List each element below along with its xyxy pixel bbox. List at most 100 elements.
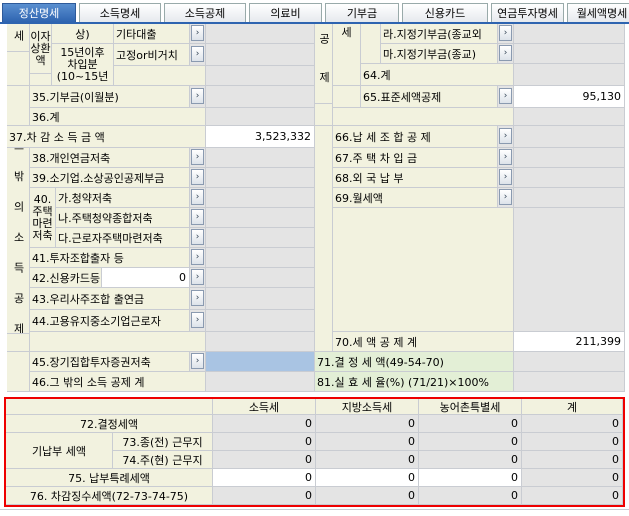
r81-label: 81.실 효 세 율(%) (71/21)×100%: [315, 372, 514, 392]
goj-value: [206, 44, 315, 66]
blank: [333, 86, 361, 108]
main-panel: 세 이자 상환 액 상) 기타대출 › 15년이후 차입분 (10~15년 고정or비거…: [0, 22, 629, 394]
arrow-cell: ›: [190, 268, 206, 288]
tab-bar: 정산명세 소득명세 소득공제 의료비 기부금 신용카드 연금투자명세 월세액명세: [0, 0, 629, 22]
blank: [206, 332, 315, 352]
tab-income-deduction[interactable]: 소득공제: [164, 3, 246, 22]
r74-rural-tax: 0: [419, 451, 522, 469]
side-label-tax2: 세: [333, 24, 361, 86]
r64-label: 64.계: [361, 64, 514, 86]
r69-arrow-icon[interactable]: ›: [499, 189, 512, 205]
gita-arrow-icon[interactable]: ›: [191, 25, 204, 41]
r40-l3: 마련: [32, 216, 53, 230]
r76-total: 0: [522, 487, 623, 505]
r67-value: [514, 148, 625, 168]
r75-rural-tax[interactable]: 0: [419, 469, 522, 487]
r40b-arrow-icon[interactable]: ›: [191, 209, 204, 225]
tab-rent[interactable]: 월세액명세: [567, 3, 629, 22]
r72-income-tax: 0: [213, 415, 316, 433]
r65-arrow-icon[interactable]: ›: [499, 88, 512, 104]
arrow-cell: ›: [190, 208, 206, 228]
r15-l1: 15년이후: [60, 45, 105, 59]
r68-arrow-icon[interactable]: ›: [499, 169, 512, 185]
r66-value: [514, 126, 625, 148]
r42-arrow-icon[interactable]: ›: [191, 269, 204, 285]
r72-label: 72.결정세액: [6, 415, 213, 433]
r40b-value: [206, 208, 315, 228]
blank: [206, 66, 315, 86]
tab-donation[interactable]: 기부금: [325, 3, 399, 22]
arrow-cell: ›: [190, 228, 206, 248]
arrow-cell: ›: [498, 148, 514, 168]
r41-value: [206, 248, 315, 268]
summary-header-blank: [6, 399, 213, 415]
interest-l3: 액: [35, 53, 46, 67]
r40c-label: 다.근로자주택마련저축: [56, 228, 190, 248]
tab-settlement[interactable]: 정산명세: [2, 3, 76, 22]
arrow-cell: ›: [498, 86, 514, 108]
r45-value[interactable]: [206, 352, 315, 372]
r41-arrow-icon[interactable]: ›: [191, 249, 204, 265]
interest-l2: 상환: [30, 41, 51, 55]
r67-arrow-icon[interactable]: ›: [499, 149, 512, 165]
side-blank: [7, 52, 30, 86]
blank: [333, 208, 514, 332]
tab-medical[interactable]: 의료비: [249, 3, 322, 22]
r38-label: 38.개인연금저축: [30, 148, 190, 168]
tab-pension[interactable]: 연금투자명세: [491, 3, 564, 22]
summary-table: 소득세 지방소득세 농어촌특별세 계 72.결정세액 기납부 세액 73.종(전…: [4, 397, 625, 507]
gi-label: 기납부 세액: [6, 433, 113, 469]
r46-label: 46.그 밖의 소득 공제 계: [30, 372, 206, 392]
r40a-arrow-icon[interactable]: ›: [191, 189, 204, 205]
r66-arrow-icon[interactable]: ›: [499, 128, 512, 144]
header-local-tax: 지방소득세: [316, 399, 419, 415]
r40a-value: [206, 188, 315, 208]
arrow-cell: ›: [498, 126, 514, 148]
blank: [315, 126, 333, 352]
r75-local-tax[interactable]: 0: [316, 469, 419, 487]
header-total: 계: [522, 399, 623, 415]
r70-value: 211,399: [514, 332, 625, 352]
arrow-cell: ›: [498, 24, 514, 44]
arrow-cell: ›: [190, 24, 206, 44]
r73-rural-tax: 0: [419, 433, 522, 451]
r39-value: [206, 168, 315, 188]
rb-arrow-icon[interactable]: ›: [499, 45, 512, 61]
footer-strip: [0, 509, 629, 516]
r40c-arrow-icon[interactable]: ›: [191, 229, 204, 245]
r75-income-tax[interactable]: 0: [213, 469, 316, 487]
interest-l1: 이자: [30, 29, 51, 43]
r66-label: 66.납 세 조 합 공 제: [333, 126, 498, 148]
r68-value: [514, 168, 625, 188]
r39-arrow-icon[interactable]: ›: [191, 169, 204, 185]
r43-value: [206, 288, 315, 310]
tab-income[interactable]: 소득명세: [79, 3, 161, 22]
r69-label: 69.월세액: [333, 188, 498, 208]
r38-arrow-icon[interactable]: ›: [191, 149, 204, 165]
r73-label: 73.종(전) 근무지: [113, 433, 213, 451]
ra-arrow-icon[interactable]: ›: [499, 25, 512, 41]
r75-label: 75. 납부특례세액: [6, 469, 213, 487]
r43-arrow-icon[interactable]: ›: [191, 290, 204, 306]
rb-value: [514, 44, 625, 64]
r67-label: 67.주 택 차 입 금: [333, 148, 498, 168]
tab-credit-card[interactable]: 신용카드: [402, 3, 488, 22]
ra-value: [514, 24, 625, 44]
r43-label: 43.우리사주조합 출연금: [30, 288, 190, 310]
r72-total: 0: [522, 415, 623, 433]
r71-value: [514, 352, 625, 372]
r69-value: [514, 188, 625, 208]
r65-value: 95,130: [514, 86, 625, 108]
r76-label: 76. 차감징수세액(72-73-74-75): [6, 487, 213, 505]
r40b-label: 나.주택청약종합저축: [56, 208, 190, 228]
r71-label: 71.결 정 세 액(49-54-70): [315, 352, 514, 372]
r44-arrow-icon[interactable]: ›: [191, 312, 204, 328]
r45-arrow-icon[interactable]: ›: [191, 353, 204, 369]
goj-arrow-icon[interactable]: ›: [191, 46, 204, 62]
r15-l3: (10~15년: [56, 69, 109, 83]
r73-local-tax: 0: [316, 433, 419, 451]
r72-local-tax: 0: [316, 415, 419, 433]
r35-arrow-icon[interactable]: ›: [191, 88, 204, 104]
r39-label: 39.소기업.소상공인공제부금: [30, 168, 190, 188]
r15-l2: 차입분: [67, 57, 98, 71]
